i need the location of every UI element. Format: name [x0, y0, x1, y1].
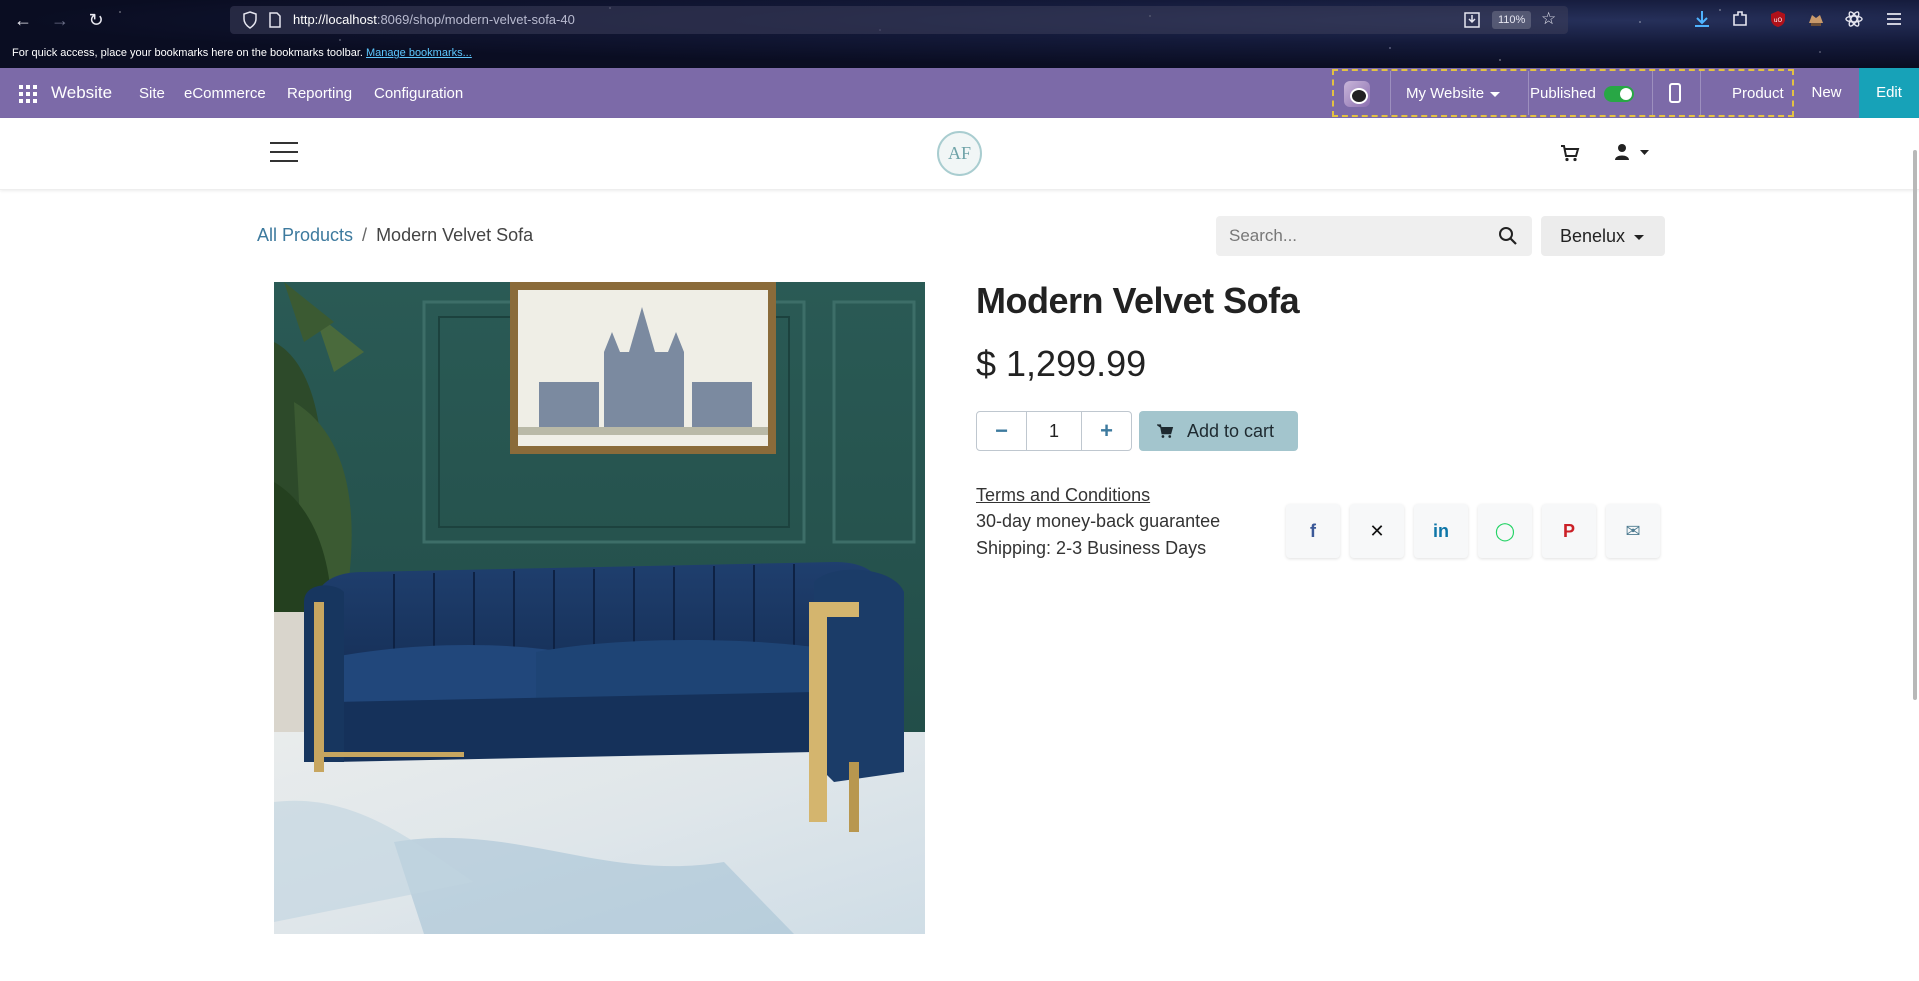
divider [1528, 71, 1529, 115]
linkedin-icon: in [1433, 521, 1449, 541]
x-icon: ✕ [1369, 521, 1385, 541]
product-title: Modern Velvet Sofa [976, 280, 1300, 321]
divider [1652, 71, 1653, 115]
manage-bookmarks-link[interactable]: Manage bookmarks... [366, 47, 472, 59]
product-button[interactable]: Product [1732, 85, 1784, 102]
menu-icon[interactable] [1884, 9, 1904, 29]
product-search [1216, 216, 1532, 256]
extensions-icon[interactable] [1730, 9, 1750, 29]
menu-ecommerce[interactable]: eCommerce [184, 85, 266, 102]
sofa-photo [274, 282, 925, 934]
product-image[interactable] [274, 282, 925, 934]
site-logo[interactable]: AF [937, 131, 982, 176]
website-header: AF [0, 118, 1919, 190]
email-icon: ✉ [1625, 521, 1641, 541]
facebook-share-button[interactable]: f [1286, 504, 1340, 558]
edit-button[interactable]: Edit [1859, 68, 1919, 118]
x-share-button[interactable]: ✕ [1350, 504, 1404, 558]
published-label: Published [1530, 85, 1596, 102]
reload-icon[interactable]: ↻ [84, 8, 108, 32]
breadcrumb-all-products[interactable]: All Products [257, 225, 353, 245]
app-name[interactable]: Website [51, 83, 112, 103]
address-bar[interactable]: http://localhost:8069/shop/modern-velvet… [230, 6, 1568, 34]
bookmarks-toolbar: For quick access, place your bookmarks h… [12, 47, 472, 59]
decrease-quantity-button[interactable]: − [977, 412, 1027, 450]
url-text: http://localhost:8069/shop/modern-velvet… [293, 12, 575, 27]
add-to-cart-button[interactable]: Add to cart [1139, 411, 1298, 451]
product-price: $ 1,299.99 [976, 343, 1147, 384]
cart-icon [1157, 424, 1174, 438]
pinterest-share-button[interactable]: P [1542, 504, 1596, 558]
published-toggle[interactable] [1604, 86, 1634, 102]
browser-toolbar: ← → ↻ http://localhost:8069/shop/modern-… [0, 0, 1919, 68]
whatsapp-share-button[interactable]: ◯ [1478, 504, 1532, 558]
linkedin-share-button[interactable]: in [1414, 504, 1468, 558]
add-to-cart-label: Add to cart [1187, 421, 1275, 441]
divider [1390, 71, 1391, 115]
shield-icon[interactable] [242, 11, 258, 29]
react-devtools-icon[interactable] [1844, 9, 1864, 29]
save-page-icon[interactable] [1463, 11, 1481, 29]
chevron-down-icon [1634, 234, 1645, 240]
chevron-down-icon [1490, 91, 1501, 97]
mobile-preview-icon[interactable] [1669, 83, 1681, 103]
breadcrumb: All Products / Modern Velvet Sofa [257, 225, 533, 246]
new-button[interactable]: New [1794, 68, 1859, 118]
odoo-navbar: Website Site eCommerce Reporting Configu… [0, 68, 1919, 118]
guarantee-text: 30-day money-back guarantee [976, 511, 1221, 531]
ublock-icon[interactable]: uO [1768, 9, 1788, 29]
menu-site[interactable]: Site [139, 85, 165, 102]
website-controls: My Website Published Product [1332, 69, 1794, 117]
whatsapp-icon: ◯ [1494, 521, 1516, 541]
divider [1700, 71, 1701, 115]
breadcrumb-separator: / [362, 225, 368, 245]
quantity-stepper: − 1 + [976, 411, 1132, 451]
fox-extension-icon[interactable] [1806, 9, 1826, 29]
back-icon[interactable]: ← [11, 8, 35, 32]
terms-link[interactable]: Terms and Conditions [976, 485, 1150, 506]
svg-text:uO: uO [1774, 17, 1783, 24]
website-selector[interactable]: My Website [1406, 85, 1501, 102]
increase-quantity-button[interactable]: + [1081, 412, 1131, 450]
hamburger-menu-icon[interactable] [270, 142, 298, 164]
facebook-icon: f [1310, 521, 1316, 541]
user-icon[interactable] [1614, 142, 1654, 162]
bookmarks-hint: For quick access, place your bookmarks h… [12, 47, 363, 59]
page-info-icon[interactable] [268, 12, 282, 28]
search-input[interactable] [1216, 216, 1486, 256]
bookmark-star-icon[interactable]: ☆ [1541, 9, 1556, 29]
forward-icon[interactable]: → [48, 8, 72, 32]
search-icon[interactable] [1498, 226, 1518, 246]
menu-reporting[interactable]: Reporting [287, 85, 352, 102]
menu-configuration[interactable]: Configuration [374, 85, 463, 102]
download-icon[interactable] [1692, 9, 1712, 29]
zoom-level[interactable]: 110% [1492, 11, 1532, 29]
quantity-input[interactable]: 1 [1027, 412, 1081, 450]
shipping-text: Shipping: 2-3 Business Days [976, 538, 1207, 558]
breadcrumb-current: Modern Velvet Sofa [376, 225, 534, 245]
page-scrollbar[interactable] [1913, 150, 1917, 700]
website-avatar[interactable] [1344, 81, 1370, 107]
apps-menu-icon[interactable] [19, 85, 37, 103]
pinterest-icon: P [1562, 521, 1575, 541]
cart-icon[interactable] [1560, 144, 1580, 162]
pricelist-dropdown[interactable]: Benelux [1541, 216, 1665, 256]
email-share-button[interactable]: ✉ [1606, 504, 1660, 558]
